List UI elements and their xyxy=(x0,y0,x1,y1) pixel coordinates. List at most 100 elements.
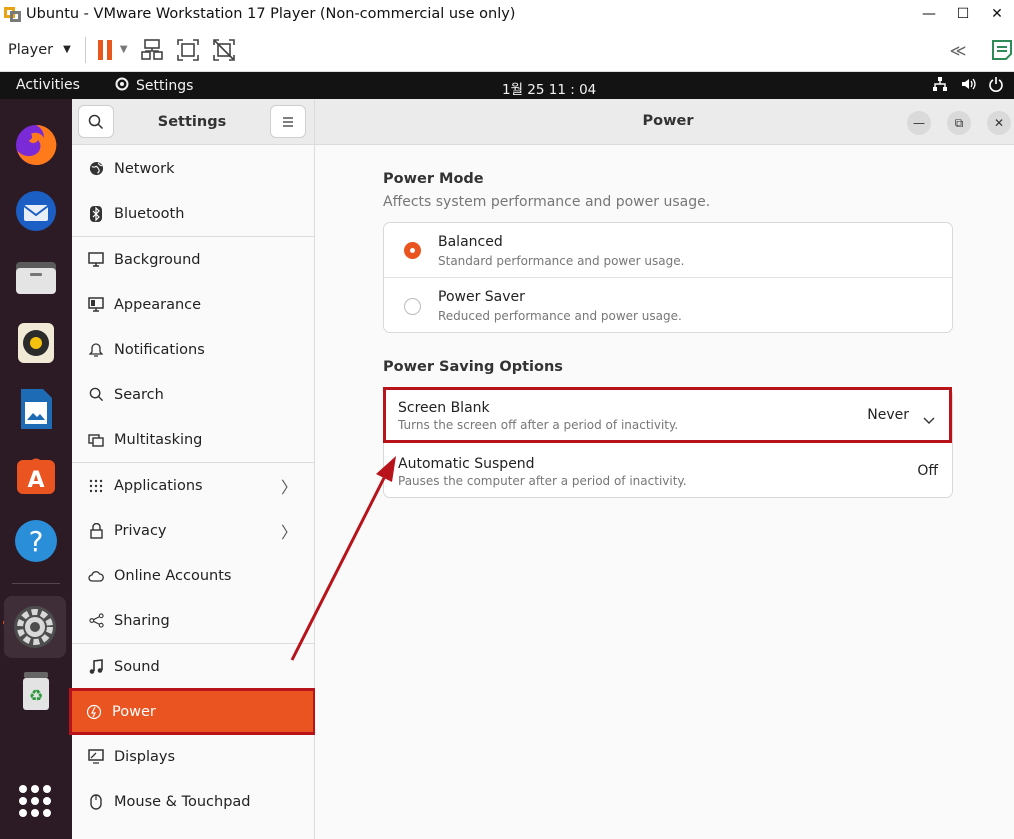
sidebar-item-power[interactable]: Power xyxy=(69,688,316,735)
power-panel: Power — ⧉ ✕ Power Mode Affects system pe… xyxy=(315,99,1014,839)
sidebar-item-label: Sharing xyxy=(114,612,170,629)
globe-icon xyxy=(86,161,106,176)
sidebar-item-label: Sound xyxy=(114,658,160,675)
player-menu-label: Player xyxy=(8,41,54,58)
sidebar-item-sound[interactable]: Sound xyxy=(72,644,315,689)
power-saver-radio[interactable] xyxy=(404,298,421,315)
clock[interactable]: 1월 25 11 : 04 xyxy=(502,78,596,98)
minimize-button[interactable]: — xyxy=(912,0,946,28)
settings-app-icon[interactable] xyxy=(4,596,66,658)
dock-divider xyxy=(12,583,60,584)
app-menu-label: Settings xyxy=(136,78,194,94)
sidebar-item-notifications[interactable]: Notifications xyxy=(72,327,315,372)
chevron-right-icon: 〉 xyxy=(280,522,297,542)
restore-icon[interactable]: ⧉ xyxy=(947,111,971,135)
sidebar-item-label: Bluetooth xyxy=(114,205,185,222)
send-ctrl-alt-del-icon[interactable] xyxy=(140,38,164,62)
files-icon[interactable] xyxy=(10,251,62,303)
ubuntu-dock: A ? ♻ xyxy=(0,99,72,839)
thunderbird-icon[interactable] xyxy=(10,185,62,237)
sidebar-item-appearance[interactable]: Appearance xyxy=(72,282,315,327)
pause-icon[interactable] xyxy=(97,39,112,60)
sidebar-item-search[interactable]: Search xyxy=(72,372,315,417)
power-icon xyxy=(988,76,1004,96)
close-icon[interactable]: ✕ xyxy=(987,111,1011,135)
chevron-right-icon: 〉 xyxy=(280,477,297,497)
trash-icon[interactable]: ♻ xyxy=(10,665,62,717)
automatic-suspend-value: Off xyxy=(917,463,938,479)
sidebar-item-online-accounts[interactable]: Online Accounts xyxy=(72,553,315,598)
pause-dropdown-icon[interactable]: ▼ xyxy=(120,44,128,55)
app-menu[interactable]: Settings xyxy=(114,76,193,96)
unity-icon[interactable] xyxy=(212,38,236,62)
balanced-label: Balanced xyxy=(438,234,503,250)
menu-button[interactable] xyxy=(269,105,306,138)
vmware-toolbar: Player ▼ ▼ ≪ xyxy=(0,28,1014,72)
power-saver-option[interactable]: Power Saver Reduced performance and powe… xyxy=(384,279,952,333)
sidebar-item-label: Applications xyxy=(114,477,203,494)
bell-icon xyxy=(86,342,106,358)
sidebar-item-displays[interactable]: Displays xyxy=(72,734,315,779)
power-mode-card: Balanced Standard performance and power … xyxy=(383,222,953,333)
sidebar-item-label: Notifications xyxy=(114,341,205,358)
sidebar-item-mouse-touchpad[interactable]: Mouse & Touchpad xyxy=(72,779,315,824)
maximize-button[interactable]: ☐ xyxy=(946,0,980,28)
sidebar-item-privacy[interactable]: Privacy 〉 xyxy=(72,508,315,553)
sidebar-item-multitasking[interactable]: Multitasking xyxy=(72,417,315,462)
sidebar-item-label: Online Accounts xyxy=(114,567,232,584)
close-window-button[interactable]: ✕ xyxy=(980,0,1014,28)
fit-guest-icon[interactable] xyxy=(176,38,200,62)
automatic-suspend-row[interactable]: Automatic Suspend Pauses the computer af… xyxy=(384,445,952,498)
collapse-icon[interactable]: ≪ xyxy=(946,38,970,62)
sidebar-item-applications[interactable]: Applications 〉 xyxy=(72,463,315,508)
sidebar-item-label: Background xyxy=(114,251,201,268)
grid-icon xyxy=(86,479,106,493)
display-icon xyxy=(86,749,106,764)
balanced-option[interactable]: Balanced Standard performance and power … xyxy=(384,223,952,278)
sidebar-item-background[interactable]: Background xyxy=(72,237,315,282)
minimize-icon[interactable]: — xyxy=(907,111,931,135)
activities-button[interactable]: Activities xyxy=(16,77,80,93)
sidebar-item-label: Displays xyxy=(114,748,176,765)
rhythmbox-icon[interactable] xyxy=(10,317,62,369)
search-icon xyxy=(88,114,104,129)
power-saver-label: Power Saver xyxy=(438,289,525,305)
sidebar-item-label: Power xyxy=(112,703,156,720)
libreoffice-writer-icon[interactable] xyxy=(10,383,62,435)
chevron-down-icon[interactable] xyxy=(923,410,935,429)
screen-blank-label: Screen Blank xyxy=(398,400,490,416)
ubuntu-software-icon[interactable]: A xyxy=(10,449,62,501)
sidebar-item-label: Search xyxy=(114,386,164,403)
search-button[interactable] xyxy=(78,105,114,138)
show-applications-icon[interactable] xyxy=(19,785,51,817)
monitor-icon xyxy=(86,252,106,267)
lock-icon xyxy=(86,522,106,539)
notes-icon[interactable] xyxy=(990,38,1014,62)
automatic-suspend-label: Automatic Suspend xyxy=(398,456,535,472)
svg-text:♻: ♻ xyxy=(29,686,43,705)
screen-blank-value[interactable]: Never xyxy=(867,407,909,423)
share-icon xyxy=(86,613,106,628)
vmware-logo-icon xyxy=(4,5,22,23)
svg-text:?: ? xyxy=(29,525,44,558)
sidebar-item-label: Mouse & Touchpad xyxy=(114,793,251,810)
power-mode-subtitle: Affects system performance and power usa… xyxy=(383,194,711,210)
screen-blank-desc: Turns the screen off after a period of i… xyxy=(398,418,679,432)
window-title: Ubuntu - VMware Workstation 17 Player (N… xyxy=(26,6,516,22)
sidebar-item-bluetooth[interactable]: Bluetooth xyxy=(72,191,315,236)
power-saver-desc: Reduced performance and power usage. xyxy=(438,309,682,323)
bluetooth-icon xyxy=(86,205,106,222)
screen-blank-row[interactable]: Screen Blank Turns the screen off after … xyxy=(383,387,952,443)
help-icon[interactable]: ? xyxy=(10,515,62,567)
system-tray[interactable] xyxy=(932,76,1004,96)
music-icon xyxy=(86,658,106,675)
gear-icon xyxy=(114,76,130,96)
hamburger-icon xyxy=(282,116,293,127)
firefox-icon[interactable] xyxy=(10,119,62,171)
automatic-suspend-desc: Pauses the computer after a period of in… xyxy=(398,474,687,488)
balanced-radio[interactable] xyxy=(404,242,421,259)
player-menu[interactable]: Player ▼ xyxy=(8,42,71,58)
sidebar-item-network[interactable]: Network xyxy=(72,146,315,191)
sidebar-item-label: Privacy xyxy=(114,522,167,539)
sidebar-item-sharing[interactable]: Sharing xyxy=(72,598,315,643)
